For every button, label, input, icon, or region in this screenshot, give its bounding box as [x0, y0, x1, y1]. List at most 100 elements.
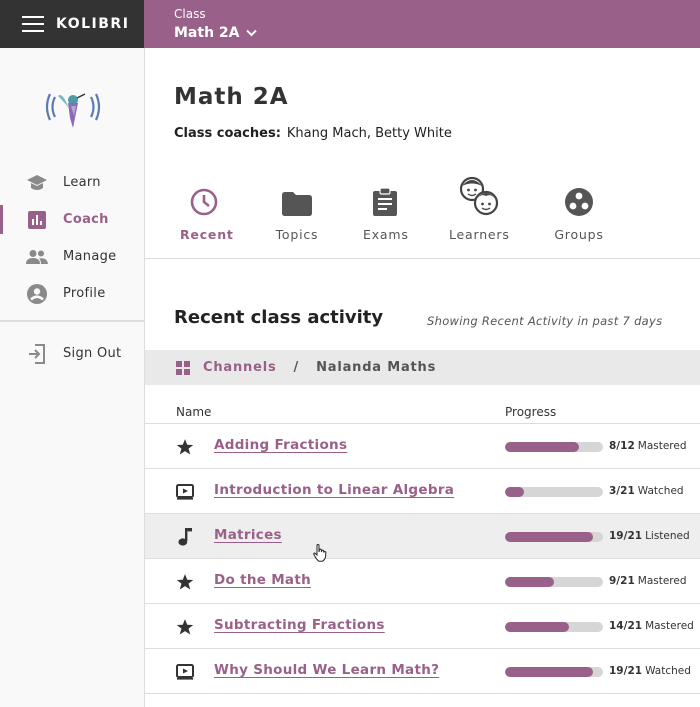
app-brand: KOLIBRI [56, 16, 130, 32]
clipboard-icon [363, 178, 407, 216]
music-note-icon [175, 527, 195, 547]
progress-fill [505, 622, 569, 632]
sidebar: Learn Coach Manage Profile Sign Out [0, 48, 145, 707]
mouse-pointer-icon [313, 544, 327, 562]
learners-faces-icon [449, 176, 509, 216]
tab-topics[interactable]: Topics [274, 178, 320, 242]
progress-text: 14/21 Mastered [609, 620, 694, 632]
chevron-down-icon [245, 29, 257, 37]
coach-tabs: Recent Topics Exams Learners Groups [145, 176, 700, 258]
progress-count: 8/12 [609, 440, 635, 452]
sidebar-item-sign-out[interactable]: Sign Out [0, 335, 144, 372]
folder-icon [274, 178, 320, 216]
section-note: Showing Recent Activity in past 7 days [427, 314, 663, 328]
class-selector[interactable]: Math 2A [174, 25, 257, 41]
progress-bar [505, 622, 603, 632]
sidebar-item-profile[interactable]: Profile [0, 275, 144, 312]
coaches-value: Khang Mach, Betty White [286, 126, 452, 141]
progress-bar [505, 532, 603, 542]
sidebar-item-manage[interactable]: Manage [0, 238, 144, 275]
tab-learners[interactable]: Learners [449, 176, 510, 242]
progress-count: 9/21 [609, 575, 635, 587]
coaches-label: Class coaches: [174, 126, 281, 141]
progress-bar [505, 667, 603, 677]
groups-icon [553, 178, 605, 216]
hamburger-menu-icon[interactable] [22, 16, 44, 32]
progress-fill [505, 667, 594, 677]
video-icon [175, 482, 195, 502]
tab-label: Topics [275, 227, 319, 242]
table-row: Why Should We Learn Math? 19/21 Watched [145, 649, 700, 694]
progress-count: 19/21 [609, 530, 643, 542]
progress-fill [505, 532, 594, 542]
progress-bar [505, 442, 603, 452]
sidebar-nav: Learn Coach Manage Profile [0, 164, 144, 312]
progress-status: Mastered [637, 575, 687, 587]
progress-status: Listened [645, 530, 690, 542]
sign-out-icon [26, 343, 48, 364]
resource-link[interactable]: Subtracting Fractions [214, 617, 385, 633]
progress-text: 9/21 Mastered [609, 575, 687, 587]
kolibri-logo [45, 93, 101, 128]
breadcrumb: Channels / Nalanda Maths [145, 350, 700, 385]
class-bar: Class Math 2A [144, 0, 700, 48]
sidebar-item-learn[interactable]: Learn [0, 164, 144, 201]
resource-link[interactable]: Adding Fractions [214, 437, 347, 453]
table-row: Matrices 19/21 Listened [145, 514, 700, 559]
sidebar-item-coach[interactable]: Coach [0, 201, 144, 238]
tab-label: Learners [449, 227, 510, 242]
table-row: Subtracting Fractions 14/21 Mastered [145, 604, 700, 649]
progress-text: 3/21 Watched [609, 485, 684, 497]
progress-status: Mastered [645, 620, 694, 632]
tab-label: Exams [363, 227, 409, 242]
tab-recent[interactable]: Recent [180, 178, 234, 242]
star-icon [175, 437, 195, 457]
progress-count: 3/21 [609, 485, 635, 497]
graduation-cap-icon [26, 173, 48, 193]
progress-count: 19/21 [609, 665, 643, 677]
section-title: Recent class activity [174, 307, 384, 328]
progress-text: 8/12 Mastered [609, 440, 687, 452]
progress-bar [505, 577, 603, 587]
star-icon [175, 617, 195, 637]
progress-fill [505, 577, 554, 587]
table-row: Adding Fractions 8/12 Mastered [145, 424, 700, 469]
tab-groups[interactable]: Groups [553, 178, 605, 242]
app-bar: KOLIBRI [0, 0, 144, 48]
main-content: Math 2A Class coaches: Khang Mach, Betty … [145, 48, 700, 707]
breadcrumb-separator: / [293, 360, 300, 375]
progress-fill [505, 442, 579, 452]
class-coaches: Class coaches: Khang Mach, Betty White [174, 126, 452, 141]
resource-link[interactable]: Why Should We Learn Math? [214, 662, 439, 678]
resource-link[interactable]: Do the Math [214, 572, 311, 588]
table-row: Introduction to Linear Algebra 3/21 Watche… [145, 469, 700, 514]
progress-count: 14/21 [609, 620, 643, 632]
progress-status: Watched [637, 485, 684, 497]
tab-label: Recent [180, 227, 234, 242]
breadcrumb-channels-link[interactable]: Channels [203, 360, 277, 375]
sidebar-item-label: Learn [63, 175, 101, 190]
person-circle-icon [26, 283, 48, 304]
progress-text: 19/21 Watched [609, 665, 691, 677]
grid-icon [176, 360, 190, 375]
tabs-divider [145, 258, 700, 259]
progress-text: 19/21 Listened [609, 530, 690, 542]
sidebar-item-label: Profile [63, 286, 106, 301]
sidebar-item-label: Sign Out [63, 346, 122, 361]
star-icon [175, 572, 195, 592]
sidebar-item-label: Manage [63, 249, 117, 264]
column-header-name: Name [176, 405, 212, 419]
column-header-progress: Progress [505, 405, 557, 419]
table-header: Name Progress [145, 403, 700, 424]
progress-status: Mastered [637, 440, 687, 452]
activity-table: Adding Fractions 8/12 Mastered Introduction… [145, 424, 700, 694]
resource-link[interactable]: Introduction to Linear Algebra [214, 482, 454, 498]
class-selected: Math 2A [174, 25, 240, 41]
class-label: Class [174, 7, 206, 21]
clock-icon [180, 178, 228, 216]
progress-bar [505, 487, 603, 497]
people-icon [26, 247, 48, 267]
tab-label: Groups [554, 227, 604, 242]
resource-link[interactable]: Matrices [214, 527, 282, 543]
tab-exams[interactable]: Exams [363, 178, 409, 242]
